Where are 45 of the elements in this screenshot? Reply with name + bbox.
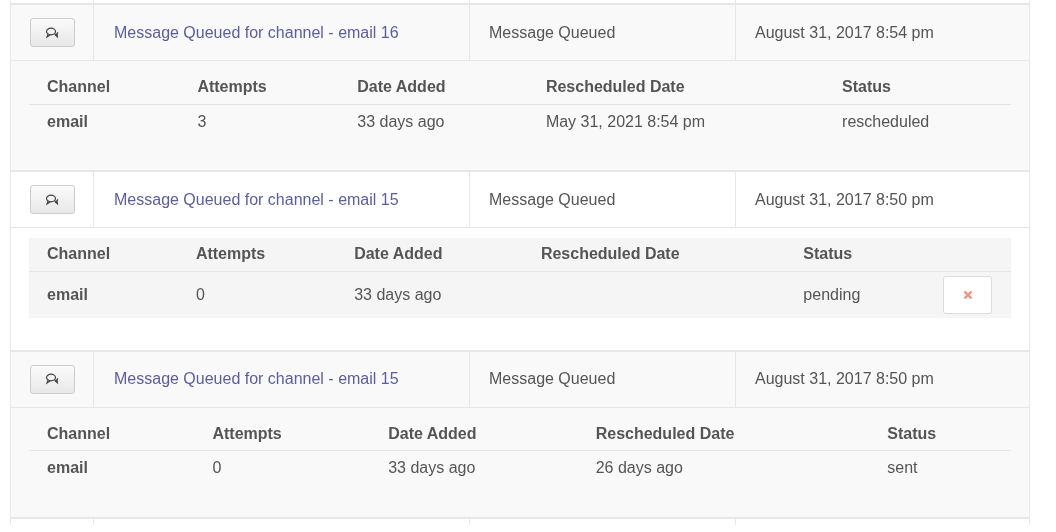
- comments-button[interactable]: [29, 18, 75, 47]
- comments-icon: [45, 373, 59, 385]
- message-link[interactable]: Message Queued for channel - email 15: [114, 190, 399, 209]
- event-type: Message Queued: [489, 23, 616, 42]
- event-type: Message Queued: [489, 370, 616, 388]
- column-header: Rescheduled Date: [527, 71, 825, 104]
- event-date: August 31, 2017 8:50 pm: [755, 190, 934, 209]
- column-header: Attempts: [179, 71, 340, 104]
- close-icon: [962, 289, 973, 300]
- table-cell: email: [47, 112, 88, 130]
- message-link[interactable]: Message Queued for channel - email 15: [114, 370, 399, 388]
- table-cell: 33 days ago: [357, 112, 445, 130]
- table-cell: sent: [887, 459, 918, 477]
- event-type: Message Queued: [489, 190, 616, 209]
- column-header: Attempts: [177, 238, 337, 271]
- table-cell: 33 days ago: [354, 285, 442, 303]
- table-cell: 0: [195, 285, 205, 303]
- table-cell: rescheduled: [842, 112, 930, 130]
- table-cell: 3: [197, 112, 207, 130]
- column-header: Rescheduled Date: [522, 238, 786, 271]
- column-header: Date Added: [336, 238, 523, 271]
- comments-icon: [45, 193, 59, 206]
- column-header: Status: [785, 238, 925, 271]
- table-cell: email: [47, 285, 88, 303]
- column-header: Rescheduled Date: [577, 417, 870, 451]
- column-header: Status: [824, 71, 1011, 104]
- column-header: Channel: [29, 71, 180, 104]
- table-cell: email: [47, 459, 88, 477]
- column-header: Attempts: [194, 417, 371, 451]
- table-cell: 33 days ago: [388, 459, 476, 477]
- table-cell: pending: [803, 285, 861, 303]
- table-cell: 0: [212, 459, 222, 477]
- message-link[interactable]: Message Queued for channel - email 16: [114, 23, 399, 42]
- comments-icon: [45, 26, 59, 39]
- column-header: Date Added: [370, 417, 578, 451]
- column-header: Status: [869, 417, 1011, 451]
- table-cell: 26 days ago: [595, 459, 683, 477]
- table-cell: May 31, 2021 8:54 pm: [545, 112, 706, 130]
- comments-button[interactable]: [29, 185, 75, 214]
- column-header: Channel: [29, 417, 195, 451]
- event-date: August 31, 2017 8:54 pm: [755, 23, 934, 42]
- column-header: Date Added: [339, 71, 528, 104]
- event-date: August 31, 2017 8:50 pm: [755, 370, 934, 388]
- column-header: Channel: [29, 238, 178, 271]
- comments-button[interactable]: [29, 364, 75, 394]
